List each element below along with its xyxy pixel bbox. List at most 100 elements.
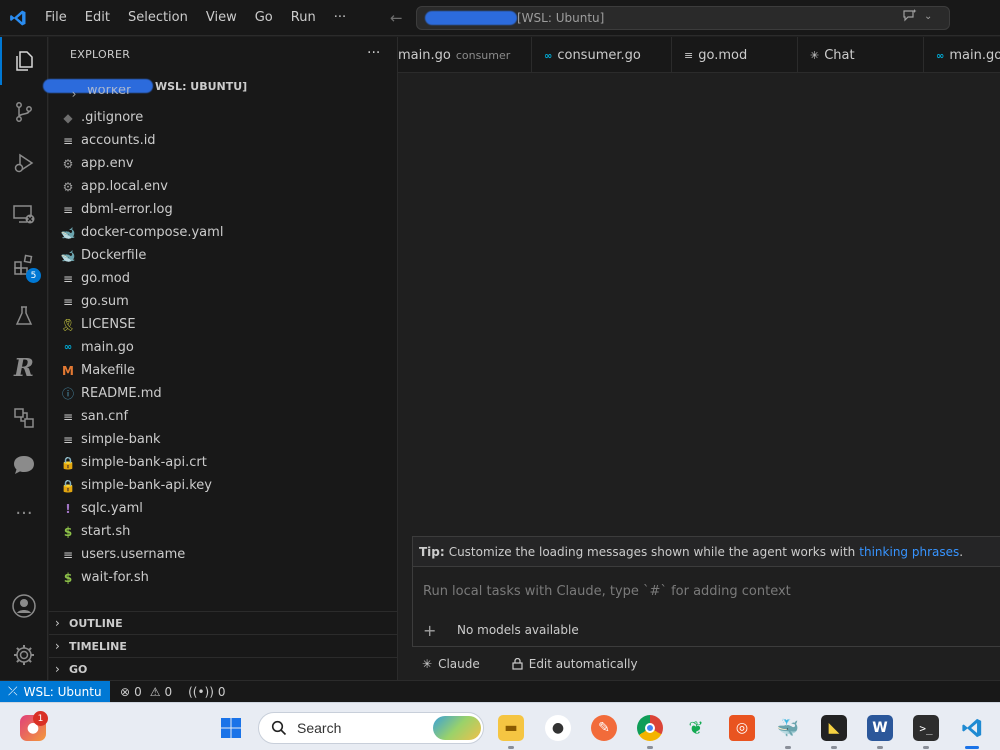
- lines-icon: ≡: [62, 432, 74, 447]
- menu-file[interactable]: File: [36, 0, 76, 36]
- tip-text: Customize the loading messages shown whi…: [448, 544, 856, 559]
- chevron-right-icon: ›: [55, 616, 60, 630]
- file-item[interactable]: ≡ simple-bank: [49, 428, 398, 451]
- file-item[interactable]: ≡ san.cnf: [49, 405, 398, 428]
- ubuntu-icon[interactable]: ◎: [729, 715, 755, 741]
- command-center[interactable]: [WSL: Ubuntu]: [416, 6, 950, 30]
- chat-input[interactable]: [423, 584, 983, 599]
- thinking-phrases-link[interactable]: thinking phrases: [859, 545, 959, 559]
- edit-mode-selector[interactable]: Edit automatically: [502, 657, 638, 671]
- file-item[interactable]: ≡ accounts.id: [49, 129, 398, 152]
- editor-tab[interactable]: ∞ consumer.go: [532, 37, 672, 72]
- file-item[interactable]: $ wait-for.sh: [49, 566, 398, 589]
- editor-tab[interactable]: ∞ main.go: [924, 37, 1000, 72]
- editor-tab[interactable]: main.go consumer: [398, 37, 532, 72]
- menu-run[interactable]: Run: [282, 0, 325, 36]
- file-explorer-icon[interactable]: ▬: [498, 715, 524, 741]
- file-item[interactable]: 🐋 Dockerfile: [49, 244, 398, 267]
- file-name: san.cnf: [81, 409, 129, 424]
- file-name: users.username: [81, 547, 186, 562]
- back-arrow-icon[interactable]: ←: [390, 9, 403, 27]
- menu-selection[interactable]: Selection: [119, 0, 197, 36]
- file-item[interactable]: ≡ go.sum: [49, 290, 398, 313]
- remote-explorer-icon[interactable]: [0, 190, 48, 238]
- extension-r-icon[interactable]: R: [0, 343, 48, 391]
- tab-label: go.mod: [698, 47, 748, 63]
- chat-toggle[interactable]: ⌄: [902, 8, 932, 24]
- file-item[interactable]: 🎗 LICENSE: [49, 313, 398, 336]
- lock-icon: [512, 658, 523, 670]
- file-item[interactable]: 🐋 docker-compose.yaml: [49, 221, 398, 244]
- error-count: 0: [134, 684, 142, 699]
- more-views-icon[interactable]: ···: [0, 489, 48, 537]
- file-item[interactable]: 🔒 simple-bank-api.key: [49, 474, 398, 497]
- file-item[interactable]: ≡ users.username: [49, 543, 398, 566]
- problems-indicator[interactable]: ⊗ 0 ⚠ 0: [120, 685, 172, 699]
- ports-indicator[interactable]: ((•)) 0: [188, 685, 225, 699]
- running-indicator: [647, 746, 653, 749]
- run-debug-icon[interactable]: [0, 139, 48, 187]
- notification-badge: 1: [33, 711, 48, 726]
- menu-go[interactable]: Go: [246, 0, 282, 36]
- app-panda-icon[interactable]: ●: [545, 715, 571, 741]
- outline-section[interactable]: › OUTLINE: [49, 611, 398, 634]
- file-item[interactable]: ≡ dbml-error.log: [49, 198, 398, 221]
- editor-tab[interactable]: ✳ Chat: [798, 37, 924, 72]
- account-icon[interactable]: [0, 582, 48, 630]
- taskbar-search[interactable]: Search: [258, 712, 484, 744]
- file-item[interactable]: ⚙ app.env: [49, 152, 398, 175]
- chevron-down-icon: ⌄: [924, 10, 933, 22]
- menu-view[interactable]: View: [197, 0, 246, 36]
- tab-description: consumer: [455, 48, 511, 62]
- containers-icon[interactable]: [0, 394, 48, 442]
- go-icon: ∞: [936, 50, 945, 62]
- file-item[interactable]: ⓘ README.md: [49, 382, 398, 405]
- file-item[interactable]: ! sqlc.yaml: [49, 497, 398, 520]
- sticky-notes-icon[interactable]: ◣: [821, 715, 847, 741]
- explorer-more-icon[interactable]: ···: [367, 45, 380, 61]
- go-icon: ∞: [63, 342, 73, 353]
- go-section[interactable]: › GO: [49, 657, 398, 680]
- word-icon[interactable]: W: [867, 715, 893, 741]
- sparkle-icon: ✳: [810, 48, 820, 62]
- file-item[interactable]: ∞ main.go: [49, 336, 398, 359]
- file-item[interactable]: M Makefile: [49, 359, 398, 382]
- file-item[interactable]: ◆ .gitignore: [49, 106, 398, 129]
- menu-more-icon[interactable]: ···: [325, 0, 355, 36]
- vscode-taskbar-icon[interactable]: [959, 715, 985, 741]
- settings-gear-icon[interactable]: [0, 631, 48, 679]
- add-context-icon[interactable]: +: [423, 621, 436, 640]
- file-item[interactable]: 🔒 simple-bank-api.crt: [49, 451, 398, 474]
- chat-bubble-icon[interactable]: [0, 441, 48, 489]
- extensions-icon[interactable]: 5: [0, 241, 48, 289]
- windows-start-icon[interactable]: [218, 715, 244, 741]
- model-picker[interactable]: No models available: [457, 623, 579, 637]
- chevron-right-icon: ›: [71, 87, 77, 101]
- warning-count: 0: [164, 684, 173, 699]
- testing-flask-icon[interactable]: [0, 292, 48, 340]
- redacted-region: [425, 11, 517, 25]
- file-name: go.mod: [81, 271, 130, 286]
- timeline-section[interactable]: › TIMELINE: [49, 634, 398, 657]
- source-control-icon[interactable]: [0, 88, 48, 136]
- file-name: dbml-error.log: [81, 202, 173, 217]
- chrome-icon[interactable]: [637, 715, 663, 741]
- tree-item-partial[interactable]: › worker: [49, 87, 132, 101]
- running-indicator: [508, 746, 514, 749]
- file-item[interactable]: ≡ go.mod: [49, 267, 398, 290]
- docker-icon[interactable]: 🐳: [775, 715, 801, 741]
- mongodb-icon[interactable]: ❦: [683, 715, 709, 741]
- terminal-icon[interactable]: >_: [913, 715, 939, 741]
- app-pen-icon[interactable]: ✎: [591, 715, 617, 741]
- gear-icon: ⚙: [62, 179, 74, 194]
- file-item[interactable]: ⚙ app.local.env: [49, 175, 398, 198]
- running-indicator: [923, 746, 929, 749]
- remote-indicator[interactable]: ⤫ WSL: Ubuntu: [0, 680, 110, 703]
- editor-tab[interactable]: ≡ go.mod: [672, 37, 798, 72]
- file-item[interactable]: $ start.sh: [49, 520, 398, 543]
- agent-selector[interactable]: ✳ Claude: [412, 657, 480, 671]
- explorer-icon[interactable]: [0, 37, 48, 85]
- menu-edit[interactable]: Edit: [76, 0, 119, 36]
- remote-icon: ⤫: [8, 684, 18, 698]
- file-name: simple-bank-api.crt: [81, 455, 207, 470]
